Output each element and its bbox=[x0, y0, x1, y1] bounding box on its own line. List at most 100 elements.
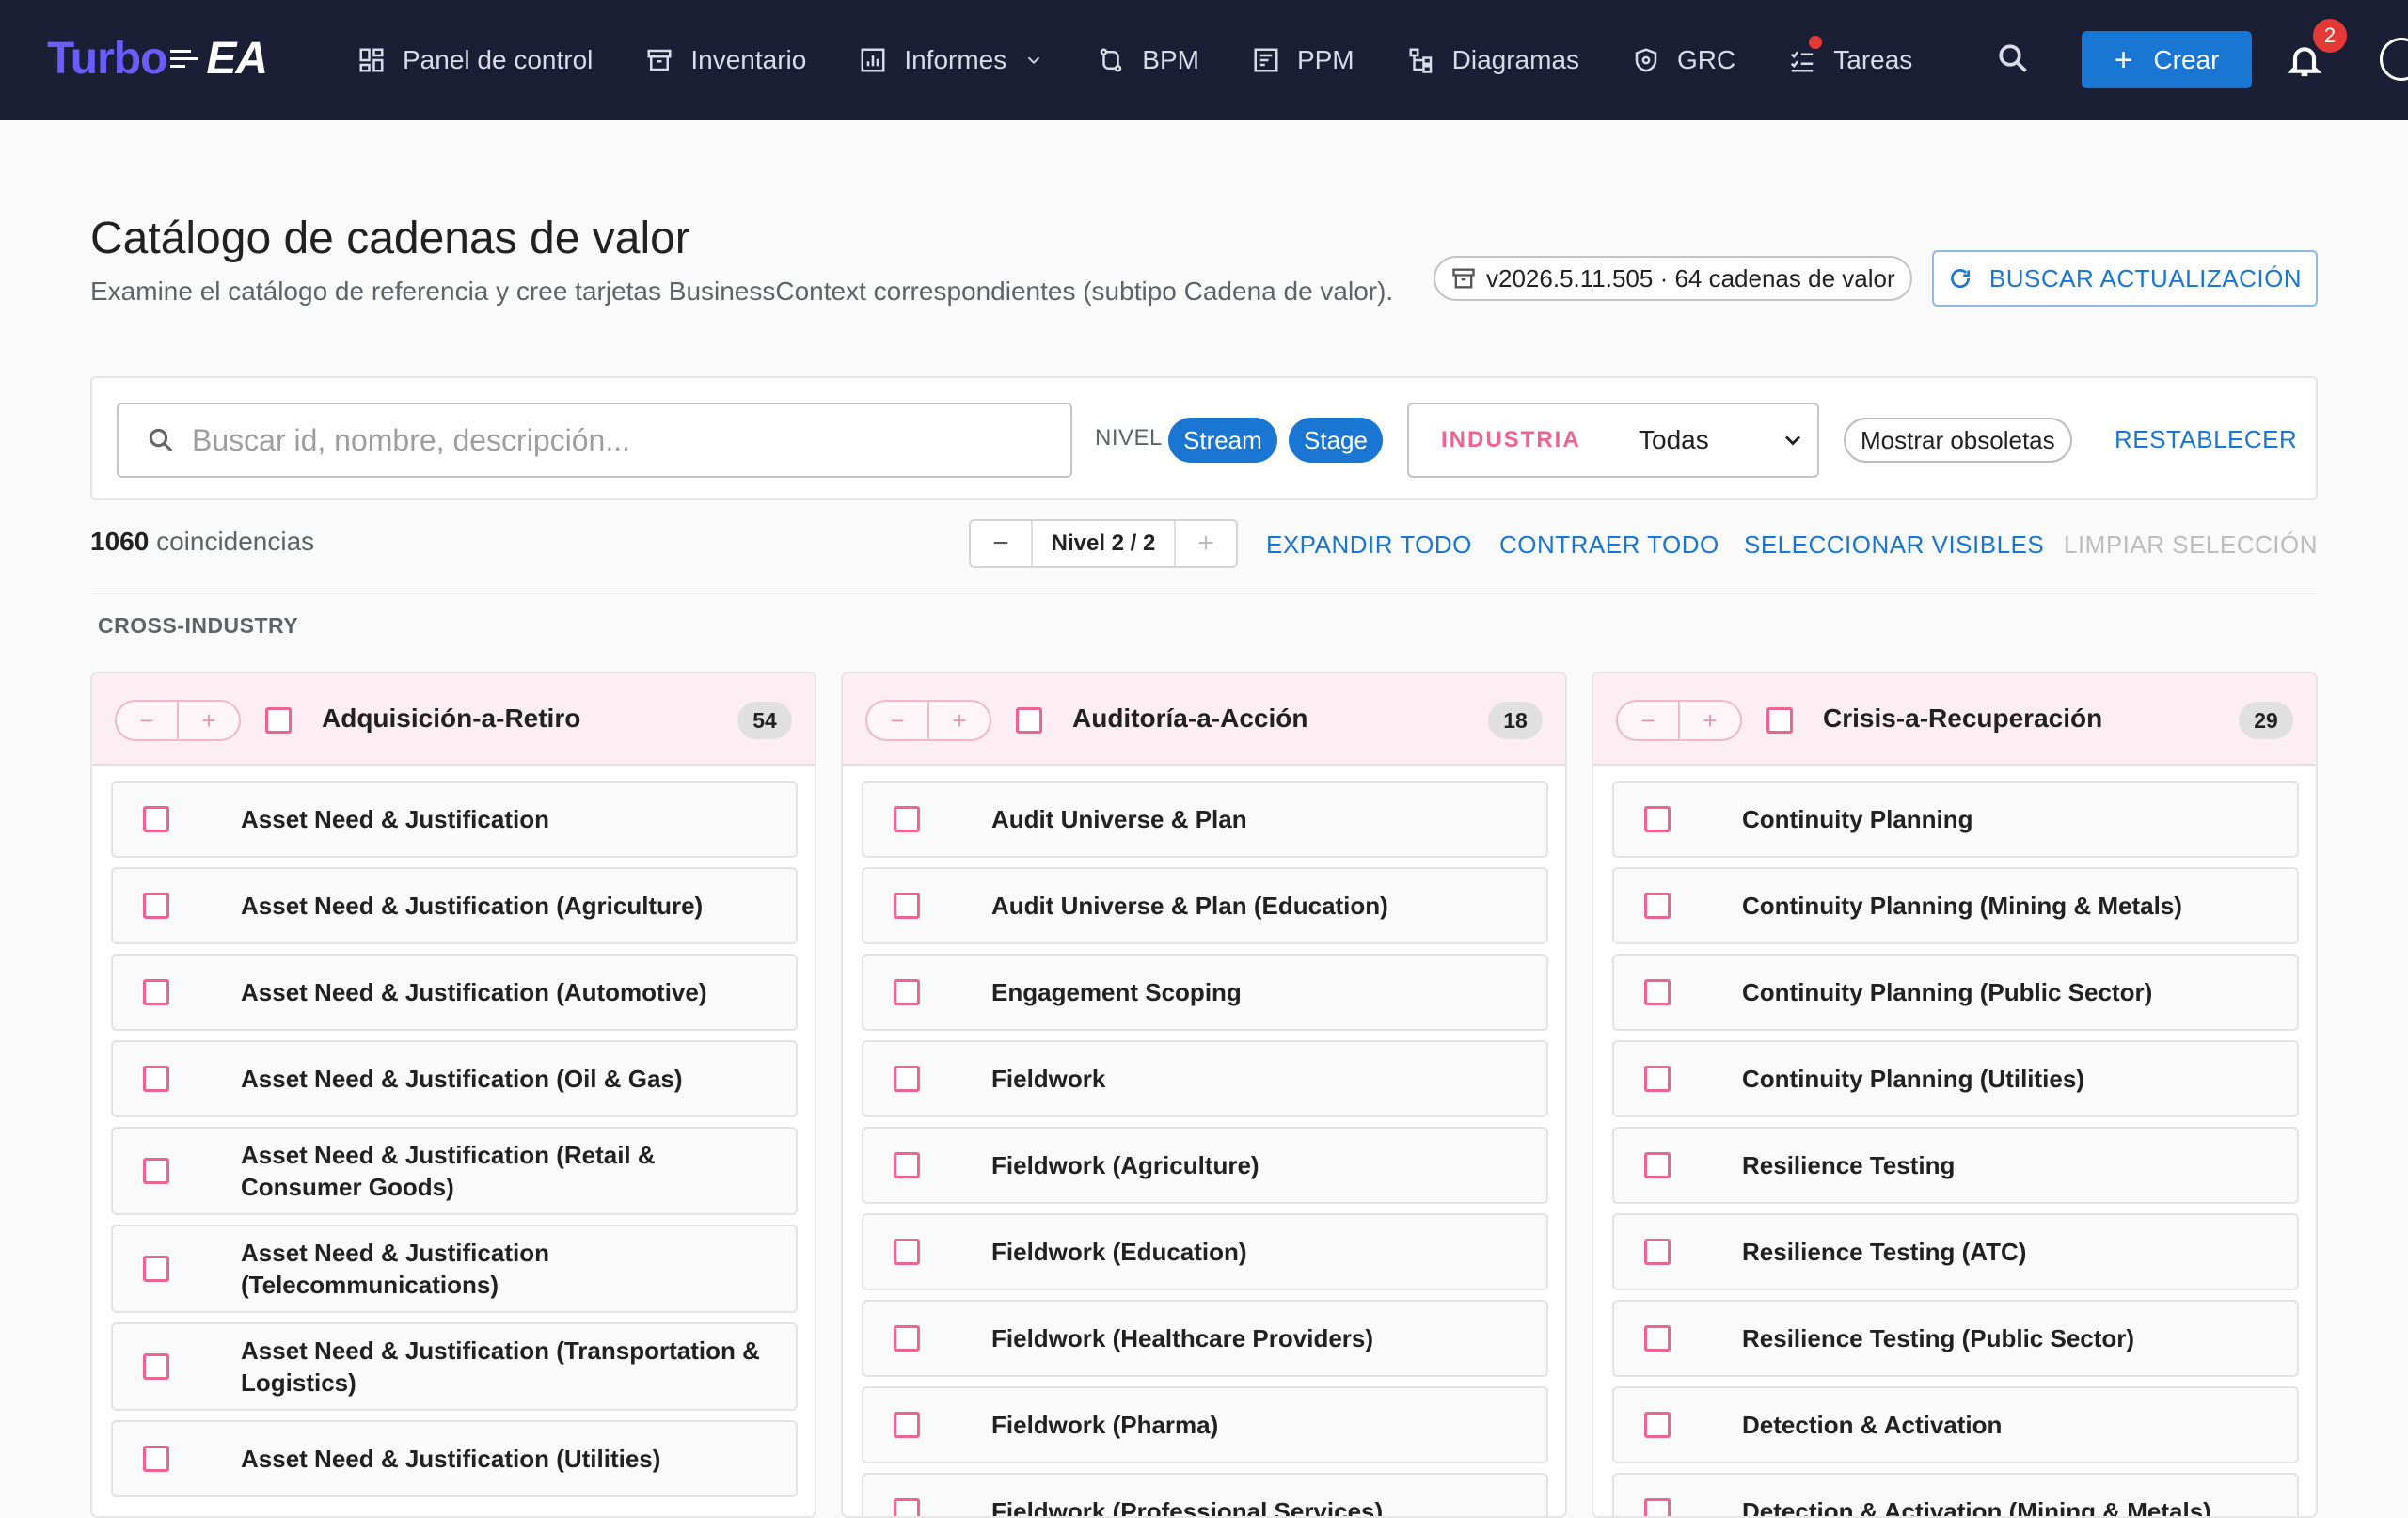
reset-filters-button[interactable]: RESTABLECER bbox=[2115, 425, 2297, 454]
nav-item-ppm[interactable]: PPM bbox=[1252, 0, 1354, 120]
nav-label: Informes bbox=[904, 45, 1007, 74]
column-collapse-button[interactable]: − bbox=[1618, 702, 1680, 739]
stage-checkbox[interactable] bbox=[143, 893, 169, 919]
collapse-all-button[interactable]: CONTRAER TODO bbox=[1499, 530, 1719, 560]
stage-checkbox[interactable] bbox=[143, 979, 169, 1005]
stage-item[interactable]: Audit Universe & Plan bbox=[862, 781, 1548, 858]
stage-checkbox[interactable] bbox=[1644, 893, 1671, 919]
nav-label: BPM bbox=[1142, 45, 1199, 74]
page-title: Catálogo de cadenas de valor bbox=[90, 213, 690, 263]
stage-checkbox[interactable] bbox=[1644, 1239, 1671, 1265]
stage-item[interactable]: Continuity Planning (Public Sector) bbox=[1612, 954, 2299, 1031]
stage-item[interactable]: Continuity Planning bbox=[1612, 781, 2299, 858]
stage-item[interactable]: Asset Need & Justification (Agriculture) bbox=[111, 867, 798, 944]
stage-checkbox[interactable] bbox=[1644, 1412, 1671, 1438]
stage-item[interactable]: Asset Need & Justification (Transportati… bbox=[111, 1322, 798, 1411]
column-collapse-button[interactable]: − bbox=[867, 702, 929, 739]
column-expand-button[interactable]: + bbox=[179, 702, 239, 739]
stage-item[interactable]: Asset Need & Justification bbox=[111, 781, 798, 858]
stage-checkbox[interactable] bbox=[1644, 1498, 1671, 1516]
nav-item-reports[interactable]: Informes bbox=[859, 0, 1044, 120]
value-stream-checkbox[interactable] bbox=[1016, 707, 1042, 734]
catalog-search-input[interactable] bbox=[192, 422, 1038, 458]
column-collapse-button[interactable]: − bbox=[117, 702, 179, 739]
stage-item[interactable]: Continuity Planning (Mining & Metals) bbox=[1612, 867, 2299, 944]
stage-item[interactable]: Fieldwork (Professional Services) bbox=[862, 1473, 1548, 1516]
stage-checkbox[interactable] bbox=[143, 1066, 169, 1092]
stage-item[interactable]: Asset Need & Justification (Utilities) bbox=[111, 1420, 798, 1497]
show-obsolete-toggle[interactable]: Mostrar obsoletas bbox=[1844, 418, 2072, 463]
stage-item[interactable]: Engagement Scoping bbox=[862, 954, 1548, 1031]
refresh-icon bbox=[1950, 269, 1970, 289]
column-expand-button[interactable]: + bbox=[929, 702, 990, 739]
catalog-search-box[interactable] bbox=[117, 403, 1072, 478]
stage-checkbox[interactable] bbox=[894, 979, 920, 1005]
level-increase-button[interactable]: + bbox=[1176, 521, 1236, 566]
stage-item[interactable]: Resilience Testing bbox=[1612, 1127, 2299, 1204]
stage-item[interactable]: Asset Need & Justification (Automotive) bbox=[111, 954, 798, 1031]
stage-item[interactable]: Asset Need & Justification (Oil & Gas) bbox=[111, 1040, 798, 1117]
level-chip-stream[interactable]: Stream bbox=[1168, 418, 1277, 463]
turbo-ea-logo[interactable]: Turbo EA bbox=[47, 28, 268, 88]
stage-checkbox[interactable] bbox=[1644, 806, 1671, 832]
stage-checkbox[interactable] bbox=[894, 1152, 920, 1178]
check-update-button[interactable]: BUSCAR ACTUALIZACIÓN bbox=[1932, 250, 2318, 307]
stage-checkbox[interactable] bbox=[894, 1412, 920, 1438]
column-expand-button[interactable]: + bbox=[1680, 702, 1740, 739]
plus-icon: + bbox=[2114, 41, 2133, 78]
value-stream-checkbox[interactable] bbox=[1766, 707, 1793, 734]
stage-checkbox[interactable] bbox=[1644, 1152, 1671, 1178]
stage-checkbox[interactable] bbox=[894, 1325, 920, 1352]
nav-item-tasks[interactable]: Tareas bbox=[1788, 0, 1912, 120]
stage-item[interactable]: Fieldwork (Pharma) bbox=[862, 1386, 1548, 1463]
stage-item[interactable]: Fieldwork (Agriculture) bbox=[862, 1127, 1548, 1204]
stage-label: Asset Need & Justification (Oil & Gas) bbox=[241, 1065, 683, 1093]
stage-checkbox[interactable] bbox=[894, 1239, 920, 1265]
nav-item-diagrams[interactable]: Diagramas bbox=[1407, 0, 1579, 120]
shield-icon bbox=[1635, 48, 1657, 72]
select-visible-button[interactable]: SELECCIONAR VISIBLES bbox=[1744, 530, 2044, 560]
level-chip-stage[interactable]: Stage bbox=[1289, 418, 1383, 463]
expand-all-button[interactable]: EXPANDIR TODO bbox=[1266, 530, 1472, 560]
stage-checkbox[interactable] bbox=[143, 1158, 169, 1184]
clear-selection-button[interactable]: LIMPIAR SELECCIÓN bbox=[2064, 530, 2318, 560]
stage-checkbox[interactable] bbox=[143, 1353, 169, 1380]
stage-item[interactable]: Fieldwork (Healthcare Providers) bbox=[862, 1300, 1548, 1377]
search-icon bbox=[1999, 44, 2027, 72]
stage-item[interactable]: Resilience Testing (ATC) bbox=[1612, 1213, 2299, 1290]
value-stream-column: − + Adquisición-a-Retiro 54 Asset Need &… bbox=[90, 672, 816, 1518]
stage-checkbox[interactable] bbox=[143, 1446, 169, 1472]
stage-item[interactable]: Fieldwork bbox=[862, 1040, 1548, 1117]
stage-label: Audit Universe & Plan bbox=[991, 805, 1247, 833]
stage-checkbox[interactable] bbox=[143, 806, 169, 832]
stage-item[interactable]: Audit Universe & Plan (Education) bbox=[862, 867, 1548, 944]
value-stream-checkbox[interactable] bbox=[265, 707, 292, 734]
stage-item[interactable]: Detection & Activation (Mining & Metals) bbox=[1612, 1473, 2299, 1516]
stage-checkbox[interactable] bbox=[143, 1256, 169, 1282]
stage-item[interactable]: Fieldwork (Education) bbox=[862, 1213, 1548, 1290]
nav-item-bpm[interactable]: BPM bbox=[1097, 0, 1199, 120]
level-decrease-button[interactable]: − bbox=[971, 521, 1031, 566]
stage-item[interactable]: Resilience Testing (Public Sector) bbox=[1612, 1300, 2299, 1377]
stage-item[interactable]: Asset Need & Justification (Telecommunic… bbox=[111, 1225, 798, 1313]
stage-item[interactable]: Continuity Planning (Utilities) bbox=[1612, 1040, 2299, 1117]
stage-label: Resilience Testing bbox=[1742, 1151, 1956, 1179]
nav-item-inventory[interactable]: Inventario bbox=[645, 0, 806, 120]
nav-item-dashboard[interactable]: Panel de control bbox=[357, 0, 593, 120]
main-nav: Panel de control Inventario Informes BPM… bbox=[357, 0, 1965, 120]
stage-checkbox[interactable] bbox=[894, 806, 920, 832]
stage-checkbox[interactable] bbox=[1644, 1325, 1671, 1352]
stage-checkbox[interactable] bbox=[894, 893, 920, 919]
stage-checkbox[interactable] bbox=[1644, 979, 1671, 1005]
stage-checkbox[interactable] bbox=[1644, 1066, 1671, 1092]
nav-item-grc[interactable]: GRC bbox=[1632, 0, 1735, 120]
stage-checkbox[interactable] bbox=[894, 1066, 920, 1092]
global-search-button[interactable] bbox=[1996, 41, 2034, 79]
stage-item[interactable]: Asset Need & Justification (Retail & Con… bbox=[111, 1127, 798, 1215]
stage-item[interactable]: Detection & Activation bbox=[1612, 1386, 2299, 1463]
industry-select[interactable]: INDUSTRIA Todas bbox=[1407, 403, 1819, 478]
value-stream-title: Crisis-a-Recuperación bbox=[1823, 704, 2103, 733]
user-avatar[interactable] bbox=[2380, 38, 2408, 81]
create-button[interactable]: + Crear bbox=[2082, 31, 2252, 88]
stage-checkbox[interactable] bbox=[894, 1498, 920, 1516]
